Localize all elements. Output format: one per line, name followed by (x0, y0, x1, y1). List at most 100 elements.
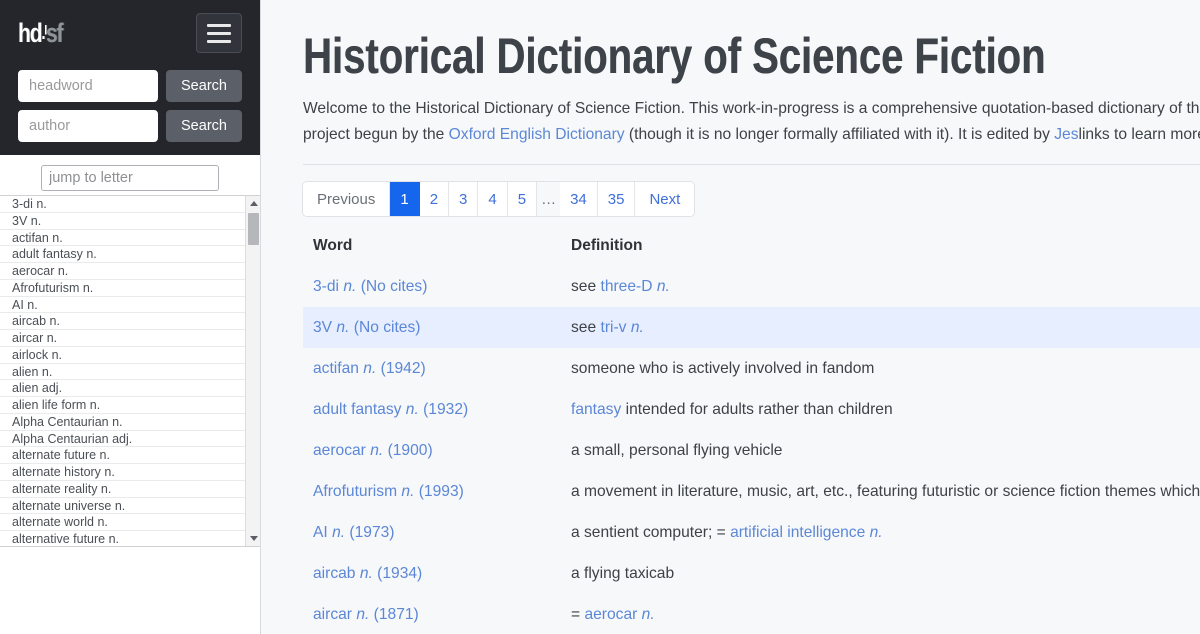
word-list-item[interactable]: alien adj. (0, 380, 245, 397)
definition-link[interactable]: artificial intelligence n. (730, 524, 883, 541)
table-cell-word: 3V n. (No cites) (303, 307, 561, 348)
word-list-scrollbar[interactable] (245, 196, 260, 546)
pagination-page-35[interactable]: 35 (597, 182, 636, 216)
word-list-item[interactable]: alternative future n. (0, 531, 245, 546)
word-link[interactable]: actifan n. (1942) (313, 360, 426, 377)
table-cell-word: actifan n. (1942) (303, 348, 561, 389)
word-list-item[interactable]: alien life form n. (0, 397, 245, 414)
scrollbar-thumb[interactable] (248, 213, 259, 245)
pagination-page-34[interactable]: 34 (560, 182, 598, 216)
table-head: Word Definition (303, 233, 1200, 266)
definition-link-pos: n. (630, 319, 644, 336)
table-row[interactable]: AI n. (1973) a sentient computer; = artif… (303, 512, 1200, 553)
word-link[interactable]: adult fantasy n. (1932) (313, 401, 468, 418)
table-body: 3-di n. (No cites) see three-D n. 3V n. (N… (303, 266, 1200, 634)
author-search-input[interactable] (18, 110, 158, 142)
word-list-item[interactable]: Afrofuturism n. (0, 280, 245, 297)
pagination-ellipsis: … (537, 182, 561, 216)
word-list-item[interactable]: alternate future n. (0, 447, 245, 464)
word-list-item[interactable]: adult fantasy n. (0, 246, 245, 263)
word-link[interactable]: aerocar n. (1900) (313, 442, 433, 459)
intro-text-4: links to learn more. (1078, 126, 1200, 143)
table-cell-word: 3-di n. (No cites) (303, 266, 561, 307)
sidebar-brand-row: hd.ᴵsf (12, 10, 248, 62)
word-link[interactable]: 3-di n. (No cites) (313, 278, 427, 295)
table-row[interactable]: Afrofuturism n. (1993) a movement in lite… (303, 471, 1200, 512)
pagination-previous[interactable]: Previous (303, 182, 391, 216)
table-row[interactable]: actifan n. (1942) someone who is actively… (303, 348, 1200, 389)
table-cell-definition: a movement in literature, music, art, et… (561, 471, 1200, 512)
pagination-page-2[interactable]: 2 (419, 182, 450, 216)
word-list-item[interactable]: aerocar n. (0, 263, 245, 280)
hamburger-bar-2 (207, 31, 231, 35)
word-list-panel: 3-di n. 3V n. actifan n. adult fantasy n. ae… (0, 195, 260, 547)
pagination-page-1[interactable]: 1 (390, 182, 420, 216)
word-pos: n. (370, 442, 384, 459)
table-cell-definition: a flying taxicab (561, 553, 1200, 594)
scroll-up-arrow-icon[interactable] (246, 196, 260, 211)
headword-search-input[interactable] (18, 70, 158, 102)
hamburger-icon[interactable] (196, 13, 242, 53)
main-content: Historical Dictionary of Science Fiction… (261, 0, 1200, 634)
word-list-item[interactable]: AI n. (0, 297, 245, 314)
word-list[interactable]: 3-di n. 3V n. actifan n. adult fantasy n. ae… (0, 196, 245, 546)
word-list-item[interactable]: actifan n. (0, 230, 245, 247)
word-list-item[interactable]: Alpha Centaurian n. (0, 414, 245, 431)
pagination-page-5[interactable]: 5 (507, 182, 538, 216)
word-list-item[interactable]: alternate reality n. (0, 481, 245, 498)
table-row[interactable]: aircar n. (1871) = aerocar n. (303, 594, 1200, 634)
word-link[interactable]: AI n. (1973) (313, 524, 395, 541)
word-link[interactable]: aircar n. (1871) (313, 606, 419, 623)
table-cell-definition: see tri-v n. (561, 307, 1200, 348)
logo-text-sf: sf (45, 18, 64, 48)
author-search-button[interactable]: Search (166, 110, 242, 142)
pagination-next[interactable]: Next (635, 182, 695, 216)
jump-to-letter-input[interactable] (41, 165, 219, 191)
site-logo[interactable]: hd.ᴵsf (18, 14, 64, 48)
pagination-page-3[interactable]: 3 (449, 182, 479, 216)
page-title: Historical Dictionary of Science Fiction (303, 28, 1046, 84)
word-list-item[interactable]: 3V n. (0, 213, 245, 230)
word-list-item[interactable]: alternate universe n. (0, 498, 245, 515)
table-cell-definition: a sentient computer; = artificial intell… (561, 512, 1200, 553)
table-row[interactable]: 3-di n. (No cites) see three-D n. (303, 266, 1200, 307)
word-list-item[interactable]: alternate history n. (0, 464, 245, 481)
definition-link[interactable]: tri-v n. (600, 319, 643, 336)
headword-search-button[interactable]: Search (166, 70, 242, 102)
word-pos: n. (363, 360, 377, 377)
word-link[interactable]: aircab n. (1934) (313, 565, 422, 582)
table-cell-word: aircab n. (1934) (303, 553, 561, 594)
word-link[interactable]: 3V n. (No cites) (313, 319, 420, 336)
table-row[interactable]: 3V n. (No cites) see tri-v n. (303, 307, 1200, 348)
table-row[interactable]: aerocar n. (1900) a small, personal flyin… (303, 430, 1200, 471)
definition-link-pos: n. (869, 524, 883, 541)
definition-text: see (571, 319, 601, 336)
section-divider (303, 164, 1200, 165)
definition-link[interactable]: aerocar n. (584, 606, 654, 623)
jump-to-letter-row (0, 155, 260, 200)
pagination-page-4[interactable]: 4 (478, 182, 508, 216)
editor-link[interactable]: Jes (1054, 126, 1078, 143)
word-list-item[interactable]: aircar n. (0, 330, 245, 347)
word-pos: n. (401, 483, 415, 500)
table-cell-definition: fantasy intended for adults rather than … (561, 389, 1200, 430)
intro-text-1: Welcome to the Historical Dictionary of … (303, 100, 1200, 117)
word-list-item[interactable]: alternate world n. (0, 514, 245, 531)
pagination[interactable]: Previous 1 2 3 4 5… 34 35 Next (303, 182, 695, 216)
table-cell-word: Afrofuturism n. (1993) (303, 471, 561, 512)
word-list-item[interactable]: alien n. (0, 364, 245, 381)
scroll-down-arrow-icon[interactable] (246, 531, 260, 546)
table-cell-word: aerocar n. (1900) (303, 430, 561, 471)
definition-text-suffix: intended for adults rather than children (621, 401, 893, 418)
table-row[interactable]: aircab n. (1934) a flying taxicab (303, 553, 1200, 594)
word-link[interactable]: Afrofuturism n. (1993) (313, 483, 464, 500)
definition-link[interactable]: fantasy (571, 401, 621, 418)
oed-link[interactable]: Oxford English Dictionary (449, 126, 625, 143)
word-list-item[interactable]: 3-di n. (0, 196, 245, 213)
word-list-item[interactable]: aircab n. (0, 313, 245, 330)
table-row[interactable]: adult fantasy n. (1932) fantasy intended … (303, 389, 1200, 430)
sidebar: hd.ᴵsf Search Search 3-di n.3V n.actifan… (0, 0, 261, 634)
word-list-item[interactable]: Alpha Centaurian adj. (0, 431, 245, 448)
definition-link[interactable]: three-D n. (600, 278, 669, 295)
word-list-item[interactable]: airlock n. (0, 347, 245, 364)
